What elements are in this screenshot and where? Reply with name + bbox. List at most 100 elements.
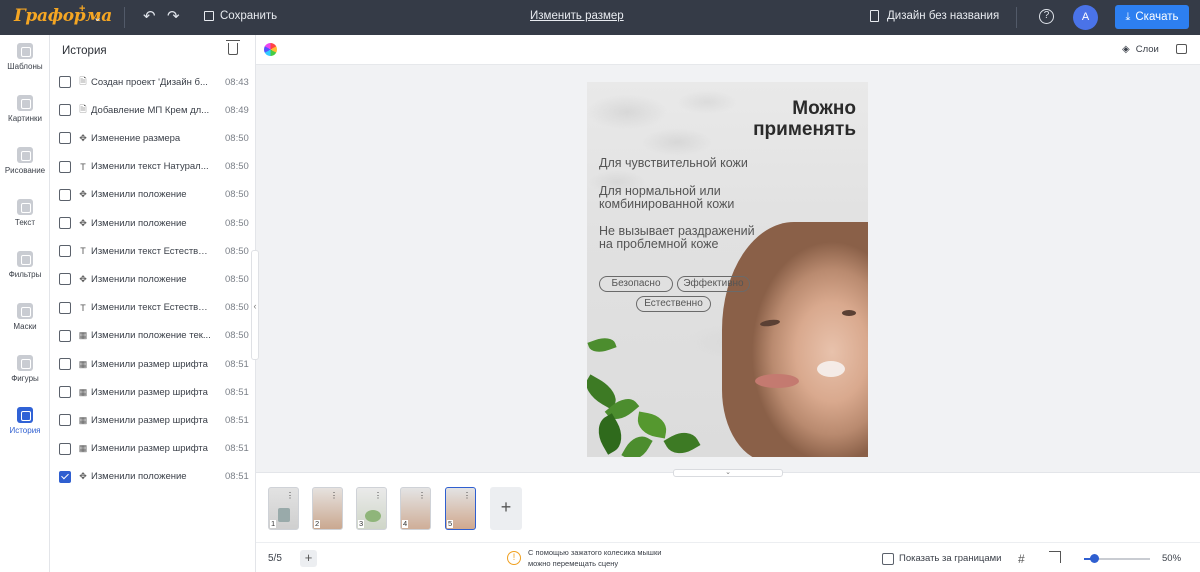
history-checkbox[interactable] [59,301,71,314]
design-canvas[interactable]: Можно применять Для чувствительной кожи … [587,82,868,457]
history-checkbox[interactable] [59,160,71,173]
resize-button[interactable]: Изменить размер [530,10,624,22]
document-icon: 🗎 [79,104,87,115]
undo-icon[interactable]: ↶ [143,9,156,24]
history-row[interactable]: T Изменили текст Естестве... 08:50 [50,237,256,265]
save-button[interactable]: Сохранить [204,10,277,22]
page-number: 1 [270,519,277,528]
layers-button[interactable]: ◈ Слои [1122,44,1159,55]
show-outside-label[interactable]: Показать за границами [899,553,1001,564]
text-icon: T [80,302,86,313]
move-icon: ✥ [79,132,87,143]
divider [124,7,125,28]
chip-safe[interactable]: Безопасно [599,276,673,292]
trash-icon[interactable] [226,40,240,55]
history-row[interactable]: ✥ Изменили положение 08:50 [50,265,256,293]
model-lips [755,374,799,388]
collapse-panel-handle[interactable]: ‹ [251,250,259,360]
history-checkbox[interactable] [59,132,71,145]
pattern-icon: ▦ [78,358,88,369]
shapes-icon [17,355,33,371]
nav-item-history[interactable]: История [0,407,50,435]
history-label: Изменили положение [91,471,187,483]
chip-effective[interactable]: Эффективно [677,276,750,292]
more-icon[interactable]: ⋮ [463,491,471,500]
download-button[interactable]: ⤓ Скачать [1115,5,1189,29]
history-row[interactable]: T Изменили текст Натурал... 08:50 [50,153,256,181]
history-row[interactable]: ✥ Изменили положение 08:51 [50,463,256,491]
document-name[interactable]: Дизайн без названия [870,10,999,22]
nav-item-images[interactable]: Картинки [0,95,50,123]
history-row[interactable]: 🗎 Создан проект 'Дизайн б... 08:43 [50,68,256,96]
heading-line: Можно [792,98,856,119]
history-checkbox[interactable] [59,470,71,483]
show-outside-checkbox[interactable] [882,553,894,565]
history-panel: История 🗎 Создан проект 'Дизайн б... 08:43… [50,35,256,572]
color-wheel-icon[interactable] [264,43,277,56]
text-icon: T [80,161,86,172]
page-thumbnail[interactable]: ⋮ 3 [356,487,387,530]
canvas-text[interactable]: на проблемной коже [599,238,718,251]
zoom-level: 50% [1162,553,1182,564]
history-row[interactable]: 🗎 Добавление МП Крем дл... 08:49 [50,96,256,124]
left-nav: Шаблоны Картинки Рисование Текст Фильтры… [0,35,50,572]
document-name-label: Дизайн без названия [887,10,1000,22]
history-row[interactable]: T Изменили текст Естестве... 08:50 [50,294,256,322]
history-row[interactable]: ▦ Изменили положение тек... 08:50 [50,322,256,350]
more-icon[interactable]: ⋮ [374,491,382,500]
fit-screen-icon[interactable] [1049,551,1061,563]
page-thumbnail[interactable]: ⋮ 2 [312,487,343,530]
text-icon: T [80,246,86,257]
redo-icon[interactable]: ↷ [167,9,180,24]
more-icon[interactable]: ⋮ [330,491,338,500]
page-thumbnail[interactable]: ⋮ 1 [268,487,299,530]
history-checkbox[interactable] [59,414,71,427]
history-row[interactable]: ▦ Изменили размер шрифта 08:51 [50,406,256,434]
history-checkbox[interactable] [59,442,71,455]
history-checkbox[interactable] [59,245,71,258]
history-label: Добавление МП Крем дл... [91,104,210,116]
comment-icon[interactable] [1176,44,1187,54]
canvas-text[interactable]: комбинированной кожи [599,198,734,211]
page-thumbnail-active[interactable]: ⋮ 5 [445,487,476,530]
avatar[interactable]: A [1073,5,1098,30]
history-checkbox[interactable] [59,76,71,88]
history-label: Изменили положение [91,189,187,201]
nav-item-text[interactable]: Текст [0,199,50,227]
add-page-button[interactable]: + [490,487,522,530]
zoom-slider-knob[interactable] [1090,554,1099,563]
history-checkbox[interactable] [59,188,71,201]
history-row[interactable]: ▦ Изменили размер шрифта 08:51 [50,378,256,406]
history-time: 08:50 [225,161,249,173]
history-time: 08:50 [225,273,249,285]
nav-item-masks[interactable]: Маски [0,303,50,331]
add-page-small-button[interactable]: + [300,550,317,567]
chevron-down-icon[interactable]: ⌄ [93,11,102,26]
history-checkbox[interactable] [59,273,71,286]
nav-item-templates[interactable]: Шаблоны [0,43,50,71]
history-row[interactable]: ✥ Изменили положение 08:50 [50,181,256,209]
more-icon[interactable]: ⋮ [418,491,426,500]
history-checkbox[interactable] [59,386,71,399]
canvas-text[interactable]: Для чувствительной кожи [599,157,748,170]
history-checkbox[interactable] [59,358,71,370]
document-icon [870,10,879,22]
grid-icon[interactable]: # [1018,552,1025,566]
history-row[interactable]: ✥ Изменили положение 08:50 [50,209,256,237]
nav-item-drawing[interactable]: Рисование [0,147,50,175]
history-row[interactable]: ✥ Изменение размера 08:50 [50,124,256,152]
history-checkbox[interactable] [59,217,71,229]
history-row[interactable]: ▦ Изменили размер шрифта 08:51 [50,435,256,463]
history-row[interactable]: ▦ Изменили размер шрифта 08:51 [50,350,256,378]
nav-item-filters[interactable]: Фильтры [0,251,50,279]
more-icon[interactable]: ⋮ [286,491,294,500]
chip-natural[interactable]: Естественно [636,296,711,312]
nav-label: История [9,426,41,435]
canvas-heading[interactable]: Можно применять [753,98,856,140]
history-checkbox[interactable] [59,329,71,342]
help-icon[interactable]: ? [1039,9,1054,24]
page-thumbnail[interactable]: ⋮ 4 [400,487,431,530]
history-checkbox[interactable] [59,104,71,117]
pages-bar-toggle[interactable]: ⌄ [673,469,783,477]
nav-item-shapes[interactable]: Фигуры [0,355,50,383]
